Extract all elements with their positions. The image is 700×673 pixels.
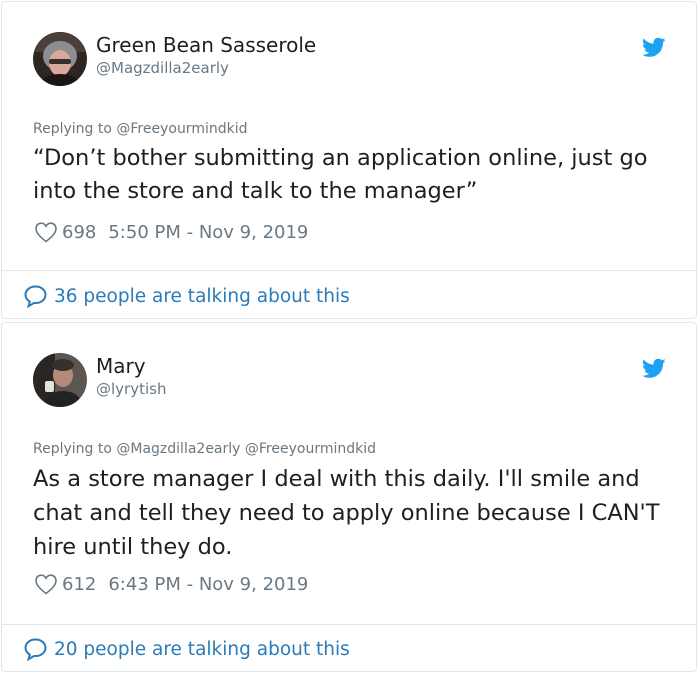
tweet-text: As a store manager I deal with this dail… <box>33 466 660 560</box>
tweet-card: Green Bean Sasserole @Magzdilla2early Re… <box>1 1 697 319</box>
talking-link[interactable]: 20 people are talking about this <box>23 637 350 661</box>
tweet-meta: 612 6:43 PM - Nov 9, 2019 <box>34 571 308 597</box>
talking-label[interactable]: 20 people are talking about this <box>54 639 350 660</box>
tweet-card: Mary @lyrytish Replying to @Magzdilla2ea… <box>1 322 697 672</box>
timestamp[interactable]: 6:43 PM - Nov 9, 2019 <box>108 574 308 595</box>
talking-link[interactable]: 36 people are talking about this <box>23 284 350 308</box>
like-count[interactable]: 612 <box>62 574 96 595</box>
timestamp[interactable]: 5:50 PM - Nov 9, 2019 <box>108 222 308 243</box>
twitter-bird-icon[interactable] <box>642 356 666 380</box>
avatar[interactable] <box>33 353 87 407</box>
tweet-text: “Don’t bother submitting an application … <box>33 145 648 204</box>
replying-to: Replying to @Magzdilla2early @Freeyourmi… <box>33 441 376 457</box>
replying-to: Replying to @Freeyourmindkid <box>33 121 248 137</box>
tweet-meta: 698 5:50 PM - Nov 9, 2019 <box>34 219 308 245</box>
author-handle[interactable]: @lyrytish <box>96 380 166 398</box>
author-handle[interactable]: @Magzdilla2early <box>96 59 229 77</box>
divider <box>2 270 696 271</box>
avatar[interactable] <box>33 32 87 86</box>
author-name[interactable]: Green Bean Sasserole <box>96 33 316 57</box>
heart-icon[interactable] <box>34 221 58 243</box>
author-name[interactable]: Mary <box>96 354 146 378</box>
heart-icon[interactable] <box>34 573 58 595</box>
like-count[interactable]: 698 <box>62 222 96 243</box>
twitter-bird-icon[interactable] <box>642 35 666 59</box>
divider <box>2 624 696 625</box>
speech-bubble-icon <box>24 638 47 661</box>
speech-bubble-icon <box>24 285 47 308</box>
talking-label[interactable]: 36 people are talking about this <box>54 286 350 307</box>
